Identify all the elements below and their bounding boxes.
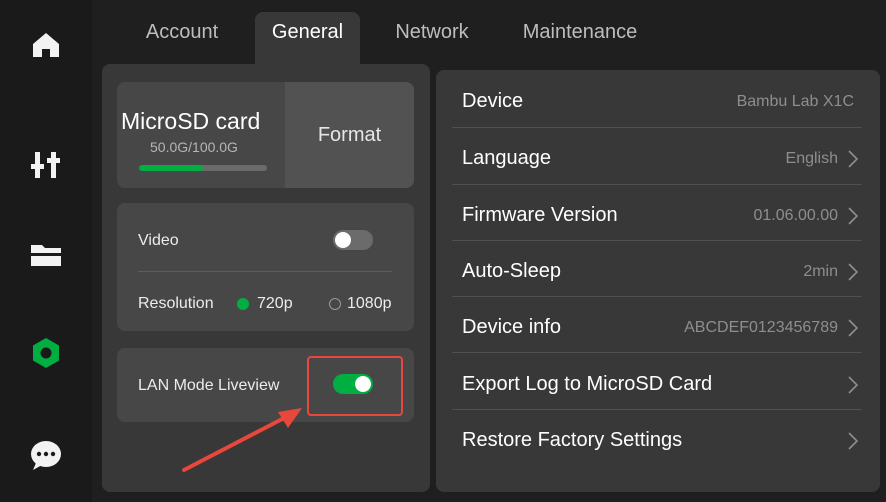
language-value: English <box>785 150 838 167</box>
video-toggle[interactable] <box>333 230 373 250</box>
settings-row-language[interactable]: Language English <box>452 129 862 186</box>
settings-row-device-info[interactable]: Device info ABCDEF0123456789 <box>452 298 862 355</box>
settings-row-firmware[interactable]: Firmware Version 01.06.00.00 <box>452 186 862 243</box>
annotation-arrow <box>182 408 302 472</box>
tab-network[interactable]: Network <box>382 12 482 64</box>
chat-icon <box>31 441 61 470</box>
tab-bar: Account General Network Maintenance <box>92 0 886 64</box>
sidebar <box>0 0 92 502</box>
resolution-720p-label: 720p <box>257 295 293 312</box>
settings-row-device[interactable]: Device Bambu Lab X1C <box>452 72 862 129</box>
row-divider <box>452 352 862 353</box>
device-label: Device <box>462 90 524 112</box>
device-value: Bambu Lab X1C <box>736 93 854 110</box>
storage-usage-fill <box>139 165 203 171</box>
resolution-label: Resolution <box>138 295 214 312</box>
auto-sleep-label: Auto-Sleep <box>462 260 561 282</box>
chevron-right-icon <box>848 263 859 281</box>
row-divider <box>452 184 862 185</box>
device-info-label: Device info <box>462 316 561 338</box>
storage-size: 50.0G/100.0G <box>150 139 238 155</box>
tab-maintenance[interactable]: Maintenance <box>510 12 650 64</box>
settings-row-export-log[interactable]: Export Log to MicroSD Card <box>452 355 862 412</box>
sliders-icon <box>31 152 60 178</box>
firmware-value: 01.06.00.00 <box>753 207 838 224</box>
video-label: Video <box>138 232 179 249</box>
home-icon <box>33 33 59 57</box>
sidebar-item-settings[interactable] <box>0 318 92 388</box>
auto-sleep-value: 2min <box>803 263 838 280</box>
row-divider <box>452 296 862 297</box>
highlight-box <box>307 356 403 416</box>
resolution-1080p-label: 1080p <box>347 295 392 312</box>
chevron-right-icon <box>848 376 859 394</box>
sidebar-item-files[interactable] <box>0 220 92 290</box>
chevron-right-icon <box>848 319 859 337</box>
storage-usage-bar <box>139 165 267 171</box>
language-label: Language <box>462 147 551 169</box>
export-log-label: Export Log to MicroSD Card <box>462 373 713 395</box>
settings-row-auto-sleep[interactable]: Auto-Sleep 2min <box>452 242 862 299</box>
tab-general[interactable]: General <box>255 12 360 64</box>
row-divider <box>452 127 862 128</box>
device-info-value: ABCDEF0123456789 <box>684 319 838 336</box>
firmware-label: Firmware Version <box>462 204 618 226</box>
row-divider <box>452 409 862 410</box>
resolution-720p-radio[interactable] <box>237 298 249 310</box>
resolution-1080p-radio[interactable] <box>329 298 341 310</box>
video-divider <box>138 271 392 272</box>
tab-account[interactable]: Account <box>132 12 232 64</box>
format-button[interactable]: Format <box>285 82 414 188</box>
chevron-right-icon <box>848 432 859 450</box>
sidebar-item-messages[interactable] <box>0 420 92 490</box>
sidebar-item-home[interactable] <box>0 10 92 80</box>
chevron-right-icon <box>848 150 859 168</box>
hexagon-settings-icon <box>33 338 59 368</box>
settings-row-restore-factory[interactable]: Restore Factory Settings <box>452 411 862 468</box>
folder-icon <box>31 245 61 266</box>
sidebar-item-controls[interactable] <box>0 130 92 200</box>
restore-factory-label: Restore Factory Settings <box>462 429 683 451</box>
storage-title: MicroSD card <box>121 108 261 134</box>
chevron-right-icon <box>848 207 859 225</box>
lan-liveview-label: LAN Mode Liveview <box>138 377 280 394</box>
row-divider <box>452 240 862 241</box>
